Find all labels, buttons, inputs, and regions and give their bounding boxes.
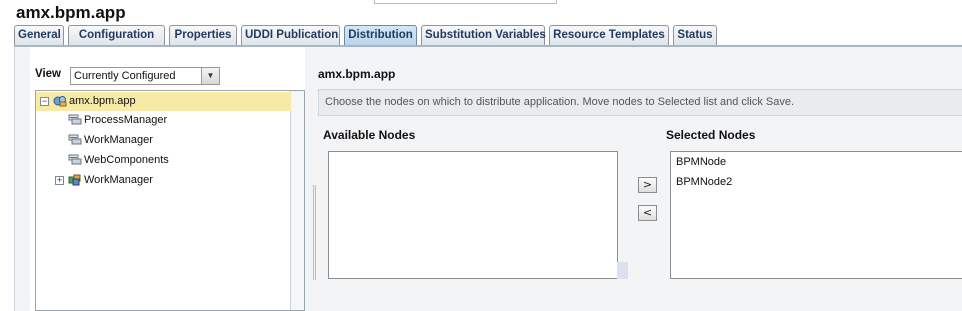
page-title: amx.bpm.app xyxy=(16,3,126,22)
tab-resource-templates[interactable]: Resource Templates xyxy=(549,25,669,46)
available-nodes-list[interactable] xyxy=(328,151,618,279)
top-input-stub xyxy=(374,0,557,4)
tree-item-workmanager[interactable]: WorkManager xyxy=(68,131,153,150)
distribution-app-name: amx.bpm.app xyxy=(318,67,396,81)
application-icon xyxy=(53,96,67,107)
selected-nodes-heading: Selected Nodes xyxy=(666,128,756,142)
tab-properties[interactable]: Properties xyxy=(169,25,237,46)
tab-general[interactable]: General xyxy=(14,25,64,46)
tree-item-label: ProcessManager xyxy=(84,114,168,126)
list-resize-corner xyxy=(617,262,628,279)
component-icon xyxy=(68,154,82,165)
tree-item-label: WorkManager xyxy=(84,134,153,146)
view-select-value: Currently Configured xyxy=(74,70,176,82)
expand-toggle[interactable]: + xyxy=(55,175,64,185)
tab-distribution[interactable]: Distribution xyxy=(344,25,417,46)
view-label: View xyxy=(35,68,61,80)
tab-configuration[interactable]: Configuration xyxy=(68,25,165,46)
panel-splitter[interactable] xyxy=(313,185,316,280)
selected-nodes-list[interactable]: BPMNode BPMNode2 xyxy=(670,151,962,279)
tree-item-processmanager[interactable]: ProcessManager xyxy=(68,111,167,130)
tree-item-label: amx.bpm.app xyxy=(69,95,136,107)
instruction-text: Choose the nodes on which to distribute … xyxy=(318,89,962,116)
tab-status[interactable]: Status xyxy=(673,25,717,46)
tree-item-label: WorkManager xyxy=(84,174,153,186)
tree-item-webcomponents[interactable]: WebComponents xyxy=(68,151,169,170)
move-left-button[interactable]: < xyxy=(638,205,657,221)
view-select[interactable]: Currently Configured ▼ xyxy=(70,67,220,85)
chevron-down-icon[interactable]: ▼ xyxy=(201,68,219,84)
package-icon xyxy=(68,174,81,186)
tree-item-workmanager-package[interactable]: + WorkManager xyxy=(55,171,153,190)
component-icon xyxy=(68,134,82,145)
tab-substitution-variables[interactable]: Substitution Variables xyxy=(421,25,546,46)
move-right-button[interactable]: > xyxy=(638,177,657,193)
list-item[interactable]: BPMNode xyxy=(676,153,726,171)
tree-scrollbar[interactable] xyxy=(290,91,304,310)
collapse-toggle[interactable]: − xyxy=(40,96,49,106)
tree-item-label: WebComponents xyxy=(84,154,169,166)
component-icon xyxy=(68,114,82,125)
tab-uddi-publication[interactable]: UDDI Publication xyxy=(241,25,340,46)
available-nodes-heading: Available Nodes xyxy=(323,128,416,142)
tree-item-amx-bpm-app[interactable]: − amx.bpm.app xyxy=(36,92,291,111)
component-tree: − amx.bpm.app ProcessManager WorkManager … xyxy=(35,90,305,311)
left-margin xyxy=(15,47,30,311)
list-item[interactable]: BPMNode2 xyxy=(676,173,732,191)
